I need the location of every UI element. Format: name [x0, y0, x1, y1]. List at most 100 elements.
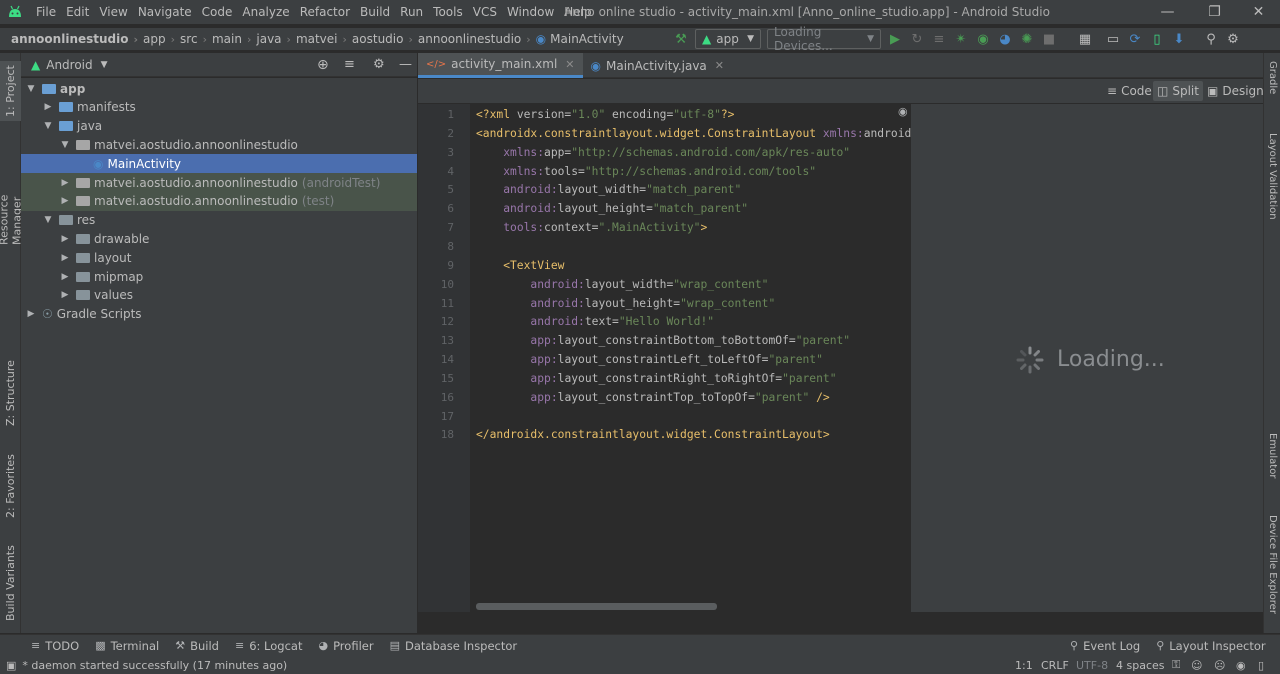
tree-item[interactable]: ▶ mipmap: [21, 267, 417, 286]
gear-icon[interactable]: ⚙: [373, 57, 385, 72]
breadcrumb-item[interactable]: annoonlinestudio: [11, 32, 129, 46]
chevron-right-icon[interactable]: ▶: [43, 102, 53, 112]
file-encoding[interactable]: UTF-8: [1076, 659, 1108, 672]
run-config-select[interactable]: ▲ app ▼: [695, 29, 761, 49]
menu-run[interactable]: Run: [395, 5, 428, 19]
tree-item[interactable]: ▶ drawable: [21, 229, 417, 248]
tab-build-variants[interactable]: Build Variants: [0, 543, 21, 623]
tab-gradle[interactable]: Gradle: [1264, 61, 1280, 121]
attach-debugger-icon[interactable]: ✺: [1016, 28, 1038, 50]
breadcrumb-item[interactable]: src: [180, 32, 198, 46]
stop-icon[interactable]: ■: [1038, 28, 1060, 50]
smiley-icon[interactable]: ☺: [1191, 659, 1202, 672]
tree-item[interactable]: ▼ matvei.aostudio.annoonlinestudio: [21, 135, 417, 154]
tab-main-activity-java[interactable]: ◉ MainActivity.java ✕: [583, 53, 732, 78]
horizontal-scrollbar[interactable]: [476, 603, 717, 610]
chevron-right-icon[interactable]: ▶: [60, 234, 70, 244]
run-icon[interactable]: ▶: [884, 28, 906, 50]
tab-project[interactable]: 1: Project: [0, 61, 21, 121]
tree-item[interactable]: ▼ java: [21, 117, 417, 136]
design-mode-button[interactable]: ▣ Design: [1203, 81, 1268, 101]
tab-favorites[interactable]: 2: Favorites: [0, 451, 21, 521]
chevron-right-icon[interactable]: ▶: [60, 196, 70, 206]
tree-item[interactable]: ◉ MainActivity: [21, 154, 417, 174]
device-select[interactable]: Loading Devices... ▼: [767, 25, 881, 53]
close-button[interactable]: ✕: [1236, 0, 1280, 24]
chevron-right-icon[interactable]: ▶: [26, 309, 36, 319]
breadcrumb-item[interactable]: aostudio: [352, 32, 404, 46]
tab-emulator[interactable]: Emulator: [1264, 433, 1280, 493]
collapse-all-icon[interactable]: ≡: [344, 57, 355, 72]
tab-device-file-explorer[interactable]: Device File Explorer: [1264, 515, 1280, 635]
status-panel-icon[interactable]: ▣: [6, 659, 16, 672]
chevron-down-icon[interactable]: ▼: [43, 215, 53, 225]
apply-changes-icon[interactable]: ≡: [928, 28, 950, 50]
tree-item[interactable]: ▶ matvei.aostudio.annoonlinestudio (test): [21, 191, 417, 211]
tab-build[interactable]: ⚒ Build: [175, 639, 219, 653]
tree-item[interactable]: ▶ manifests: [21, 98, 417, 117]
code-mode-button[interactable]: ≡ Code: [1103, 81, 1156, 101]
breadcrumb-item[interactable]: MainActivity: [550, 32, 624, 46]
menu-file[interactable]: File: [31, 5, 61, 19]
indent-setting[interactable]: 4 spaces: [1116, 659, 1165, 672]
memory-icon[interactable]: ▯: [1258, 659, 1264, 672]
close-tab-icon[interactable]: ✕: [715, 59, 724, 72]
menu-vcs[interactable]: VCS: [468, 5, 502, 19]
close-tab-icon[interactable]: ✕: [565, 58, 574, 71]
menu-build[interactable]: Build: [355, 5, 395, 19]
caret-position[interactable]: 1:1: [1015, 659, 1033, 672]
maximize-button[interactable]: ❐: [1192, 0, 1237, 24]
menu-analyze[interactable]: Analyze: [237, 5, 294, 19]
chevron-right-icon[interactable]: ▶: [60, 253, 70, 263]
chevron-right-icon[interactable]: ▶: [60, 272, 70, 282]
tab-activity-main-xml[interactable]: </> activity_main.xml ✕: [418, 53, 583, 78]
sdk-manager-icon[interactable]: ⬇: [1168, 28, 1190, 50]
menu-tools[interactable]: Tools: [428, 5, 468, 19]
tab-event-log[interactable]: ⚲ Event Log: [1070, 639, 1140, 653]
search-icon[interactable]: ⚲: [1200, 28, 1222, 50]
hide-panel-icon[interactable]: —: [399, 57, 412, 72]
tab-layout-inspector[interactable]: ⚲ Layout Inspector: [1156, 639, 1265, 653]
status-message[interactable]: * daemon started successfully (17 minute…: [22, 659, 287, 672]
run-coverage-icon[interactable]: ◉: [972, 28, 994, 50]
tab-database-inspector[interactable]: ▤ Database Inspector: [390, 639, 518, 653]
chevron-right-icon[interactable]: ▶: [60, 178, 70, 188]
locate-icon[interactable]: ⊕: [317, 57, 329, 73]
tab-terminal[interactable]: ▩ Terminal: [95, 639, 159, 653]
chevron-down-icon[interactable]: ▼: [60, 140, 70, 150]
tab-structure[interactable]: Z: Structure: [0, 358, 21, 428]
sad-face-icon[interactable]: ☹: [1214, 659, 1225, 672]
tree-item[interactable]: ▶ ☉ Gradle Scripts: [21, 305, 417, 324]
tree-item[interactable]: ▼ res: [21, 211, 417, 230]
breadcrumb-item[interactable]: matvei: [296, 32, 338, 46]
gradle-sync-icon[interactable]: ⟳: [1124, 28, 1146, 50]
tab-layout-validation[interactable]: Layout Validation: [1264, 133, 1280, 253]
chevron-down-icon[interactable]: ▼: [43, 121, 53, 131]
menu-code[interactable]: Code: [197, 5, 238, 19]
tree-item[interactable]: ▶ values: [21, 286, 417, 305]
split-mode-button[interactable]: ◫ Split: [1153, 81, 1203, 101]
git-icon[interactable]: ◉: [1236, 659, 1246, 672]
sync-project-icon[interactable]: ▦: [1074, 28, 1096, 50]
menu-edit[interactable]: Edit: [61, 5, 94, 19]
project-view-select[interactable]: Android: [46, 58, 92, 72]
breadcrumb-item[interactable]: app: [143, 32, 166, 46]
menu-navigate[interactable]: Navigate: [133, 5, 197, 19]
profile-icon[interactable]: ◕: [994, 28, 1016, 50]
tab-todo[interactable]: ≡ TODO: [31, 639, 79, 653]
menu-window[interactable]: Window: [502, 5, 559, 19]
tree-item[interactable]: ▶ matvei.aostudio.annoonlinestudio (androi…: [21, 173, 417, 192]
rerun-icon[interactable]: ↻: [906, 28, 928, 50]
lock-icon[interactable]: ⚿: [1172, 658, 1180, 672]
breadcrumb-item[interactable]: annoonlinestudio: [418, 32, 521, 46]
breadcrumb-item[interactable]: java: [256, 32, 281, 46]
chevron-down-icon[interactable]: ▼: [101, 60, 108, 70]
chevron-down-icon[interactable]: ▼: [26, 84, 36, 94]
debug-icon[interactable]: ✴: [950, 28, 972, 50]
minimize-button[interactable]: —: [1145, 0, 1190, 24]
tab-resource-manager[interactable]: Resource Manager: [0, 145, 24, 245]
menu-refactor[interactable]: Refactor: [295, 5, 355, 19]
tab-profiler[interactable]: ◕ Profiler: [318, 639, 373, 653]
device-manager-icon[interactable]: ▯: [1146, 28, 1168, 50]
tree-item[interactable]: ▶ layout: [21, 248, 417, 267]
